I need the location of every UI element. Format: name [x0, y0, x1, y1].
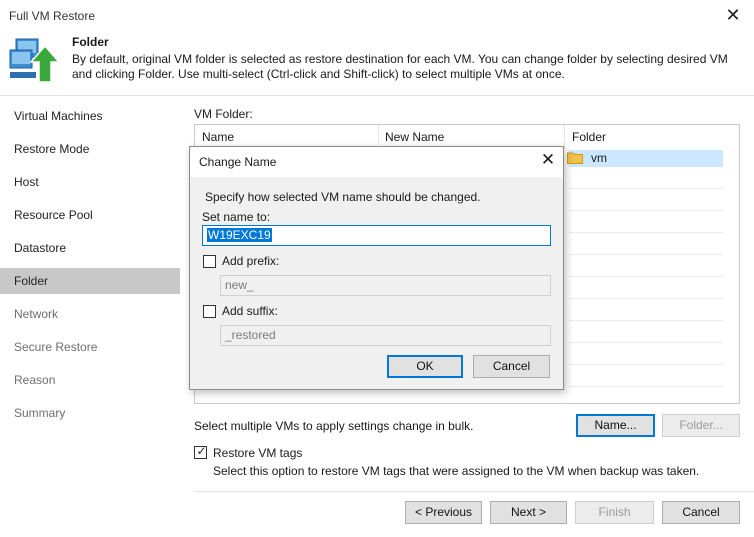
- table-row[interactable]: vm: [567, 150, 723, 167]
- change-name-dialog: Change Name ✕ Specify how selected VM na…: [189, 146, 564, 390]
- wizard-steps-sidebar: Virtual Machines Restore Mode Host Resou…: [0, 97, 180, 537]
- folder-icon: [567, 151, 583, 164]
- folder-button: Folder...: [662, 414, 740, 437]
- table-gridline: [569, 342, 723, 343]
- restore-tags-description: Select this option to restore VM tags th…: [213, 464, 700, 478]
- vm-folder-label: VM Folder:: [194, 107, 253, 121]
- table-gridline: [569, 210, 723, 211]
- page-description: By default, original VM folder is select…: [72, 52, 728, 81]
- next-button[interactable]: Next >: [490, 501, 567, 524]
- column-header-folder[interactable]: Folder: [572, 130, 606, 144]
- set-name-input[interactable]: W19EXC19: [202, 225, 551, 246]
- previous-button[interactable]: < Previous: [405, 501, 482, 524]
- name-button[interactable]: Name...: [576, 414, 655, 437]
- add-suffix-checkbox[interactable]: [203, 305, 216, 318]
- sidebar-item-network: Network: [14, 307, 59, 321]
- table-gridline: [569, 232, 723, 233]
- page-title: Folder: [72, 35, 109, 49]
- set-name-value: W19EXC19: [207, 228, 272, 242]
- sidebar-item-virtual-machines[interactable]: Virtual Machines: [0, 103, 180, 129]
- ok-button[interactable]: OK: [387, 355, 463, 378]
- title-bar: [0, 0, 754, 30]
- table-gridline: [569, 188, 723, 189]
- table-gridline: [569, 254, 723, 255]
- table-gridline: [569, 276, 723, 277]
- bulk-hint-text: Select multiple VMs to apply settings ch…: [194, 419, 474, 433]
- sidebar-item-restore-mode[interactable]: Restore Mode: [0, 136, 180, 162]
- window-title: Full VM Restore: [9, 9, 96, 23]
- finish-button: Finish: [575, 501, 654, 524]
- add-prefix-checkbox[interactable]: [203, 255, 216, 268]
- sidebar-item-folder[interactable]: Folder: [0, 268, 180, 294]
- sidebar-item-reason: Reason: [14, 373, 56, 387]
- footer-divider: [194, 491, 754, 492]
- dialog-description: Specify how selected VM name should be c…: [205, 190, 481, 204]
- table-gridline: [569, 298, 723, 299]
- prefix-input: new_: [220, 275, 551, 296]
- set-name-label: Set name to:: [202, 210, 271, 224]
- restore-tags-checkbox[interactable]: ✓: [194, 444, 207, 459]
- column-header-name[interactable]: Name: [202, 130, 234, 144]
- sidebar-item-resource-pool[interactable]: Resource Pool: [0, 202, 180, 228]
- suffix-input: _restored: [220, 325, 551, 346]
- restore-tags-label[interactable]: Restore VM tags: [213, 446, 302, 460]
- dialog-title: Change Name: [199, 155, 277, 169]
- add-suffix-label[interactable]: Add suffix:: [222, 304, 278, 318]
- vm-restore-icon: [7, 36, 63, 90]
- table-gridline: [569, 364, 723, 365]
- row-folder-value: vm: [591, 151, 607, 165]
- add-prefix-label[interactable]: Add prefix:: [222, 254, 279, 268]
- table-gridline: [569, 386, 723, 387]
- table-gridline: [569, 320, 723, 321]
- dialog-close-button[interactable]: ✕: [537, 150, 559, 172]
- sidebar-item-summary: Summary: [14, 406, 66, 420]
- dialog-cancel-button[interactable]: Cancel: [473, 355, 550, 378]
- sidebar-item-host[interactable]: Host: [0, 169, 180, 195]
- column-header-new-name[interactable]: New Name: [385, 130, 444, 144]
- column-divider: [564, 125, 565, 149]
- sidebar-item-secure-restore: Secure Restore: [14, 340, 98, 354]
- cancel-button[interactable]: Cancel: [662, 501, 740, 524]
- checkmark-icon: ✓: [196, 444, 207, 458]
- sidebar-item-datastore[interactable]: Datastore: [0, 235, 180, 261]
- window-close-button[interactable]: ✕: [722, 6, 744, 26]
